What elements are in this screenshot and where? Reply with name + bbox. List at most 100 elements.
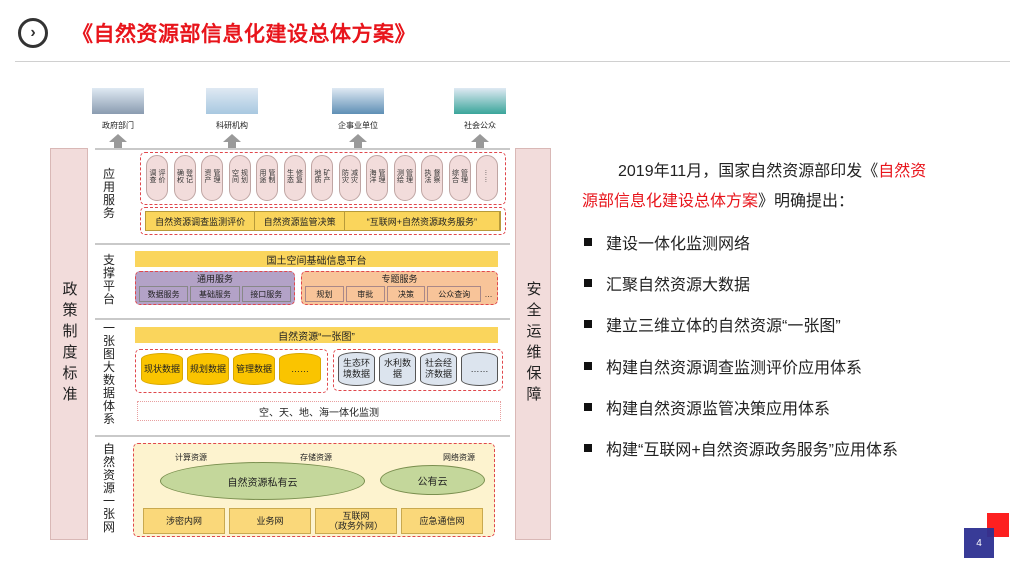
other-data-cylinder: 社会经济数据 bbox=[420, 352, 457, 386]
up-arrow-icon bbox=[349, 134, 367, 142]
bullet-item: 构建自然资源调查监测评价应用体系 bbox=[584, 354, 862, 378]
intro-text-end: 》明确提出： bbox=[758, 193, 855, 210]
service-pill: 测绘管理 bbox=[393, 155, 416, 201]
service-pill: 确权登记 bbox=[173, 155, 196, 201]
bullet-text: 构建“互联网+自然资源政务服务”应用体系 bbox=[606, 442, 899, 459]
other-data-cylinder: 生态环境数据 bbox=[338, 352, 375, 386]
bullet-item: 建设一体化监测网络 bbox=[584, 230, 750, 254]
entity-3: 社会公众 bbox=[450, 88, 510, 151]
bullet-text: 汇聚自然资源大数据 bbox=[606, 277, 751, 294]
service-pill: 生态修复 bbox=[283, 155, 306, 201]
other-data-cylinder: 水利数据 bbox=[379, 352, 416, 386]
page-title: 《自然资源部信息化建设总体方案》 bbox=[72, 23, 416, 46]
service-label: 确权登记 bbox=[176, 169, 193, 183]
bullet-text: 建设一体化监测网络 bbox=[606, 236, 751, 253]
general-services: 通用服务 数据服务 基础服务 接口服务 bbox=[135, 271, 295, 305]
network-box: 应急通信网 bbox=[401, 508, 483, 534]
layer-label-text: 自然资源一张网 bbox=[102, 441, 115, 534]
entity-label: 社会公众 bbox=[464, 121, 496, 130]
layer-label-text: 应用服务 bbox=[102, 167, 115, 220]
bullet-text: 构建自然资源调查监测评价应用体系 bbox=[606, 360, 863, 377]
service-label: 资产管理 bbox=[204, 169, 220, 183]
layer-label-text: 支撑平台 bbox=[102, 253, 115, 306]
bullet-square-icon bbox=[584, 444, 592, 452]
entity-image bbox=[206, 88, 258, 114]
thematic-services-title: 专题服务 bbox=[381, 274, 418, 284]
service-label: 地质矿产 bbox=[314, 169, 330, 183]
entity-label: 企事业单位 bbox=[338, 121, 378, 130]
chevron-right-circle-icon[interactable]: › bbox=[18, 18, 48, 48]
thematic-services: 专题服务 规划 审批 决策 公众查询… bbox=[301, 271, 498, 305]
entity-1: 科研机构 bbox=[202, 88, 262, 151]
service-pill: 执法督察 bbox=[421, 155, 443, 201]
entity-image bbox=[92, 88, 144, 114]
up-arrow-icon bbox=[223, 134, 241, 142]
policy-standards-label: 政策制度标准 bbox=[60, 281, 78, 407]
bullet-text: 建立三维立体的自然资源“一张图” bbox=[606, 318, 841, 335]
entity-label: 政府部门 bbox=[102, 121, 134, 130]
service-pill: 海洋管理 bbox=[366, 155, 388, 201]
network-box: 业务网 bbox=[229, 508, 311, 534]
own-data-cylinder: 规划数据 bbox=[187, 353, 229, 385]
service-pill: …… bbox=[476, 155, 498, 201]
policy-standards-column: 政策制度标准 bbox=[50, 148, 88, 540]
layer-label-app_layer: 应用服务 bbox=[101, 148, 117, 240]
general-service-item: 基础服务 bbox=[190, 286, 240, 302]
bullet-square-icon bbox=[584, 320, 592, 328]
app-bar-segment: “互联网+自然资源政务服务” bbox=[345, 212, 500, 230]
service-label: 执法督察 bbox=[424, 169, 440, 183]
private-cloud: 自然资源私有云 bbox=[160, 462, 365, 500]
up-arrow-icon bbox=[471, 134, 489, 142]
other-data-cylinder: …… bbox=[461, 352, 498, 386]
general-service-item: 接口服务 bbox=[241, 286, 291, 302]
service-pill: 防灾减灾 bbox=[338, 155, 361, 201]
bullet-square-icon bbox=[584, 362, 592, 370]
layer-label-text: 一张图大数据体系 bbox=[102, 321, 115, 426]
entity-label: 科研机构 bbox=[216, 121, 248, 130]
bullet-square-icon bbox=[584, 403, 592, 411]
divider bbox=[15, 61, 1010, 62]
app-bar: 自然资源调查监测评价 自然资源监管决策 “互联网+自然资源政务服务” bbox=[145, 211, 501, 231]
service-label: 综合管理 bbox=[451, 169, 468, 183]
platform-bar: 国土空间基础信息平台 bbox=[135, 251, 498, 267]
service-label: 调查评价 bbox=[149, 169, 165, 183]
own-data-cylinder: …… bbox=[279, 353, 321, 385]
bullet-item: 汇聚自然资源大数据 bbox=[584, 271, 750, 295]
layer-label-net_layer: 自然资源一张网 bbox=[101, 435, 117, 541]
bullet-square-icon bbox=[584, 279, 592, 287]
own-data-cylinder: 管理数据 bbox=[233, 353, 275, 385]
service-label: 空间规划 bbox=[231, 169, 248, 183]
service-pill: 资产管理 bbox=[201, 155, 223, 201]
monitoring-bar: 空、天、地、海一体化监测 bbox=[137, 401, 501, 421]
service-pill: 综合管理 bbox=[448, 155, 471, 201]
thematic-service-item: 决策 bbox=[386, 286, 426, 302]
map-bar: 自然资源“一张图” bbox=[135, 327, 498, 343]
entity-image bbox=[332, 88, 384, 114]
service-pill: 空间规划 bbox=[228, 155, 251, 201]
layer-label-map_layer: 一张图大数据体系 bbox=[101, 318, 117, 430]
page-number: 4 bbox=[964, 528, 994, 558]
app-bar-segment: 自然资源监管决策 bbox=[255, 212, 345, 230]
up-arrow-icon bbox=[109, 134, 127, 142]
network-box: 互联网 （政务外网） bbox=[315, 508, 397, 534]
service-pill: 地质矿产 bbox=[311, 155, 333, 201]
bullet-item: 构建自然资源监管决策应用体系 bbox=[584, 395, 830, 419]
general-service-item: 数据服务 bbox=[139, 286, 189, 302]
service-label: 生态修复 bbox=[286, 169, 303, 183]
service-label: 用途管制 bbox=[259, 169, 275, 183]
bullet-square-icon bbox=[584, 238, 592, 246]
intro-text: 2019年11月，国家自然资源部印发《 bbox=[618, 163, 879, 180]
service-pill: 调查评价 bbox=[146, 155, 168, 201]
intro-paragraph: 2019年11月，国家自然资源部印发《自然资源部信息化建设总体方案》明确提出： bbox=[582, 157, 942, 217]
general-services-row: 数据服务 基础服务 接口服务 bbox=[136, 286, 294, 302]
network-box: 涉密内网 bbox=[143, 508, 225, 534]
service-pill: 用途管制 bbox=[256, 155, 278, 201]
service-label: …… bbox=[483, 169, 491, 183]
entity-image bbox=[454, 88, 506, 114]
entity-2: 企事业单位 bbox=[328, 88, 388, 151]
app-bar-segment: 自然资源调查监测评价 bbox=[146, 212, 256, 230]
entity-0: 政府部门 bbox=[88, 88, 148, 151]
service-label: 防灾减灾 bbox=[341, 169, 358, 183]
security-ops-label: 安全运维保障 bbox=[524, 281, 542, 407]
service-label: 海洋管理 bbox=[369, 169, 385, 183]
